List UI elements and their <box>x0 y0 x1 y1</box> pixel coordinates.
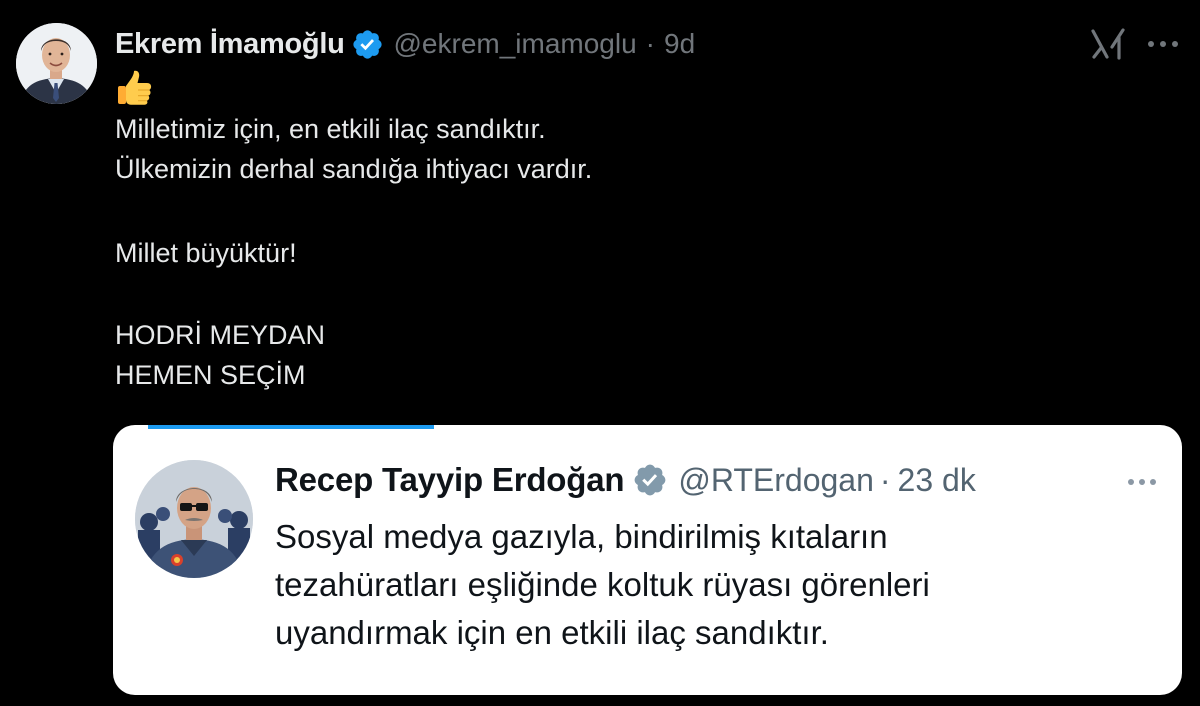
quote-accent-bar <box>148 425 434 429</box>
quoted-text-line: Sosyal medya gazıyla, bindirilmiş kıtala… <box>275 518 888 555</box>
header-separator: · <box>645 28 655 59</box>
quoted-verified-badge-icon <box>632 462 668 498</box>
quoted-tweet-text: Sosyal medya gazıyla, bindirilmiş kıtala… <box>275 513 930 657</box>
quoted-text-line: uyandırmak için en etkili ilaç sandıktır… <box>275 614 829 651</box>
quoted-tweet-card[interactable]: Recep Tayyip Erdoğan @RTErdogan · 23 dk … <box>113 425 1182 695</box>
tweet-text-line: Ülkemizin derhal sandığa ihtiyacı vardır… <box>115 154 593 184</box>
quoted-author-name[interactable]: Recep Tayyip Erdoğan <box>275 461 625 499</box>
author-handle[interactable]: @ekrem_imamoglu <box>394 28 637 60</box>
quoted-text-line: tezahüratları eşliğinde koltuk rüyası gö… <box>275 566 930 603</box>
more-options-icon[interactable] <box>1145 34 1181 54</box>
thumbs-up-emoji-icon <box>115 69 153 107</box>
quoted-tweet-time[interactable]: 23 dk <box>898 462 976 499</box>
tweet-text-line: Millet büyüktür! <box>115 238 297 268</box>
tweet: Ekrem İmamoğlu @ekrem_imamoglu · 9d Mill… <box>0 0 1200 706</box>
tweet-text-line: Milletimiz için, en etkili ilaç sandıktı… <box>115 114 546 144</box>
author-avatar[interactable] <box>16 23 97 104</box>
tweet-time[interactable]: 9d <box>664 28 695 60</box>
quoted-more-options-icon[interactable] <box>1124 475 1160 489</box>
tweet-text-line: HEMEN SEÇİM <box>115 360 306 390</box>
verified-badge-icon <box>351 28 384 61</box>
quoted-author-handle[interactable]: @RTErdogan <box>678 462 874 499</box>
quoted-tweet-header: Recep Tayyip Erdoğan @RTErdogan · 23 dk <box>275 457 976 503</box>
quoted-author-avatar[interactable] <box>135 460 253 578</box>
author-name[interactable]: Ekrem İmamoğlu <box>115 28 345 61</box>
quoted-header-separator: · <box>879 461 891 498</box>
tweet-text-line: HODRİ MEYDAN <box>115 320 326 350</box>
grok-icon[interactable] <box>1090 26 1128 62</box>
tweet-header: Ekrem İmamoğlu @ekrem_imamoglu · 9d <box>115 24 695 64</box>
